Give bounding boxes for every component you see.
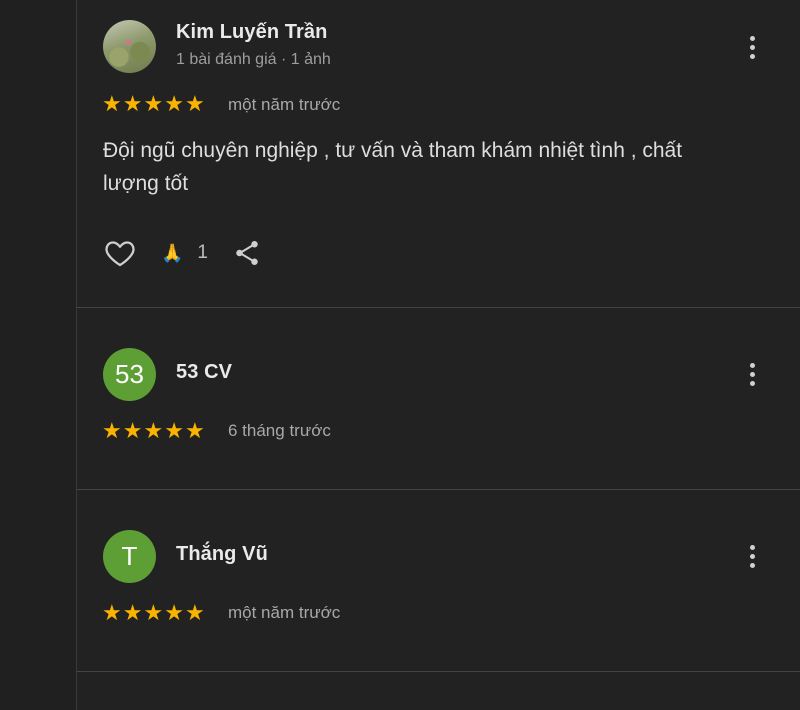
review-actions: 🙏 1 bbox=[103, 236, 262, 270]
review-card: 53 53 CV ★ ★ ★ ★ ★ 6 tháng trước bbox=[77, 308, 800, 489]
star-rating: ★ ★ ★ ★ ★ bbox=[102, 602, 205, 624]
heart-outline-icon bbox=[105, 241, 135, 267]
reviewer-avatar[interactable]: 53 bbox=[103, 348, 156, 401]
star-icon: ★ bbox=[102, 418, 122, 443]
more-vertical-icon bbox=[749, 362, 755, 368]
review-text: Đội ngũ chuyên nghiệp , tư vấn và tham k… bbox=[103, 139, 683, 195]
reviewer-meta: 1 bài đánh giá · 1 ảnh bbox=[176, 51, 331, 68]
review-divider bbox=[77, 671, 800, 672]
reviewer-name[interactable]: Thắng Vũ bbox=[176, 543, 268, 566]
more-vertical-icon bbox=[749, 35, 755, 41]
star-icon: ★ bbox=[143, 418, 164, 443]
star-icon: ★ bbox=[164, 91, 184, 116]
star-icon: ★ bbox=[143, 600, 164, 625]
more-options-button[interactable] bbox=[737, 356, 767, 392]
reviewer-name[interactable]: Kim Luyến Trần bbox=[176, 21, 327, 44]
review-time: một năm trước bbox=[228, 603, 341, 622]
star-icon: ★ bbox=[143, 91, 164, 116]
review-time: một năm trước bbox=[228, 95, 341, 114]
more-options-button[interactable] bbox=[737, 538, 767, 574]
like-button[interactable] bbox=[103, 236, 137, 270]
review-card: Kim Luyến Trần 1 bài đánh giá · 1 ảnh ★ … bbox=[77, 0, 800, 307]
star-icon: ★ bbox=[164, 600, 184, 625]
review-time: 6 tháng trước bbox=[228, 421, 331, 440]
star-icon: ★ bbox=[102, 91, 122, 116]
reviewer-name[interactable]: 53 CV bbox=[176, 361, 232, 384]
star-icon: ★ bbox=[122, 418, 143, 443]
left-pane bbox=[0, 0, 76, 710]
reviewer-avatar[interactable]: T bbox=[103, 530, 156, 583]
star-icon: ★ bbox=[184, 418, 205, 443]
more-vertical-icon bbox=[749, 544, 755, 550]
star-rating: ★ ★ ★ ★ ★ bbox=[102, 420, 205, 442]
star-icon: ★ bbox=[164, 418, 184, 443]
star-icon: ★ bbox=[102, 600, 122, 625]
pray-emoji-icon: 🙏 bbox=[161, 242, 184, 263]
reaction-button[interactable]: 🙏 1 bbox=[161, 242, 208, 264]
reviews-panel: Kim Luyến Trần 1 bài đánh giá · 1 ảnh ★ … bbox=[77, 0, 800, 710]
review-card: T Thắng Vũ ★ ★ ★ ★ ★ một năm trước bbox=[77, 490, 800, 671]
star-rating: ★ ★ ★ ★ ★ bbox=[102, 93, 205, 115]
star-icon: ★ bbox=[122, 600, 143, 625]
star-icon: ★ bbox=[122, 91, 143, 116]
reaction-count: 1 bbox=[197, 242, 208, 263]
star-icon: ★ bbox=[184, 91, 205, 116]
star-icon: ★ bbox=[184, 600, 205, 625]
share-icon bbox=[236, 241, 258, 265]
more-options-button[interactable] bbox=[737, 29, 767, 65]
reviewer-avatar[interactable] bbox=[103, 20, 156, 73]
share-button[interactable] bbox=[232, 238, 262, 268]
